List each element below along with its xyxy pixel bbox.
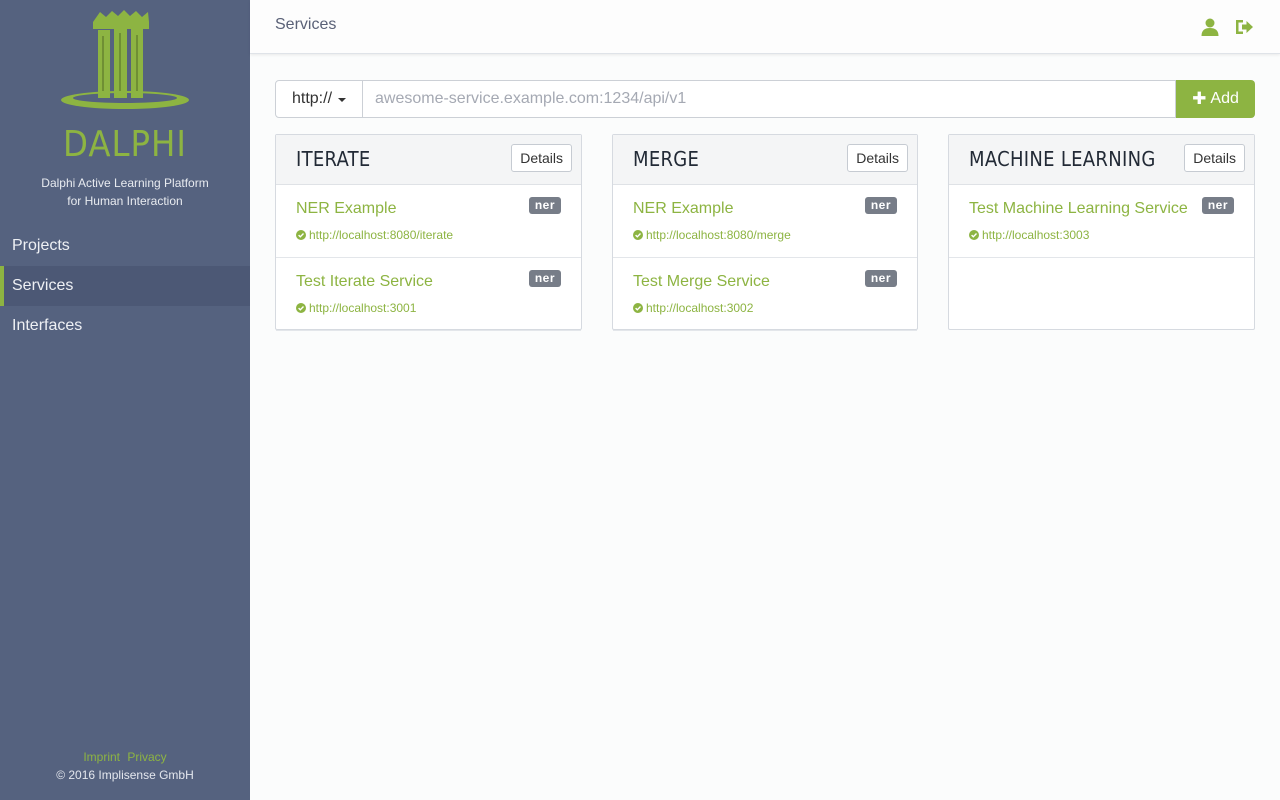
- service-url-text: http://localhost:3002: [646, 301, 754, 315]
- panel-iterate: ITERATE Details NER Example ner http://l…: [275, 134, 582, 331]
- scheme-dropdown[interactable]: http://: [275, 80, 363, 118]
- sidebar-item-services[interactable]: Services: [0, 266, 250, 306]
- panel-title: MERGE: [633, 147, 700, 171]
- check-circle-icon: [296, 303, 306, 313]
- brand-title: DALPHI: [63, 124, 187, 165]
- details-button[interactable]: Details: [847, 144, 908, 172]
- dalphi-logo-icon: [61, 10, 189, 109]
- service-type-badge: ner: [1201, 197, 1234, 214]
- sidebar-item-projects[interactable]: Projects: [0, 226, 250, 266]
- panel-header: MACHINE LEARNING Details: [949, 135, 1254, 185]
- panel-title: MACHINE LEARNING: [969, 147, 1156, 171]
- check-circle-icon: [969, 230, 979, 240]
- service-name-link[interactable]: Test Iterate Service: [296, 273, 433, 291]
- service-name-link[interactable]: NER Example: [296, 200, 396, 218]
- panel-merge: MERGE Details NER Example ner http://loc…: [612, 134, 918, 331]
- check-circle-icon: [296, 230, 306, 240]
- panel-title: ITERATE: [296, 147, 371, 171]
- service-name-link[interactable]: Test Merge Service: [633, 273, 770, 291]
- add-service-bar: http:// ✚ Add: [275, 80, 1255, 118]
- service-name-link[interactable]: Test Machine Learning Service: [969, 200, 1188, 218]
- tagline-line2: for Human Interaction: [67, 194, 183, 208]
- service-url-input[interactable]: [363, 80, 1176, 118]
- service-type-badge: ner: [864, 270, 897, 287]
- top-header: Services: [250, 0, 1280, 54]
- panel-header: MERGE Details: [613, 135, 917, 185]
- service-name-link[interactable]: NER Example: [633, 200, 733, 218]
- service-url[interactable]: http://localhost:8080/iterate: [296, 228, 453, 242]
- service-url-text: http://localhost:8080/merge: [646, 228, 791, 242]
- page-title: Services: [275, 16, 337, 33]
- service-type-badge: ner: [528, 270, 561, 287]
- check-circle-icon: [633, 230, 643, 240]
- service-list-item: NER Example ner http://localhost:8080/it…: [276, 185, 581, 258]
- service-url[interactable]: http://localhost:3003: [969, 228, 1089, 242]
- check-circle-icon: [633, 303, 643, 313]
- service-list-item: NER Example ner http://localhost:8080/me…: [613, 185, 917, 258]
- caret-down-icon: [338, 98, 347, 102]
- scheme-dropdown-label: http://: [291, 90, 333, 107]
- brand-tagline: Dalphi Active Learning Platform for Huma…: [0, 174, 250, 210]
- plus-icon: ✚: [1192, 89, 1207, 108]
- add-service-button[interactable]: ✚ Add: [1176, 80, 1255, 118]
- sidebar-footer: Imprint Privacy © 2016 Implisense GmbH: [0, 748, 250, 784]
- service-list-item: Test Machine Learning Service ner http:/…: [949, 185, 1254, 258]
- panel-machine-learning: MACHINE LEARNING Details Test Machine Le…: [948, 134, 1255, 330]
- add-service-button-label: Add: [1210, 90, 1239, 107]
- service-url[interactable]: http://localhost:3002: [633, 301, 753, 315]
- service-list-item: Test Merge Service ner http://localhost:…: [613, 258, 917, 331]
- user-icon[interactable]: [1200, 17, 1220, 37]
- sidebar-nav: Projects Services Interfaces: [0, 226, 250, 346]
- service-list-item: Test Iterate Service ner http://localhos…: [276, 258, 581, 331]
- tagline-line1: Dalphi Active Learning Platform: [41, 176, 209, 190]
- sidebar-item-interfaces[interactable]: Interfaces: [0, 306, 250, 346]
- copyright: © 2016 Implisense GmbH: [56, 768, 194, 782]
- service-url[interactable]: http://localhost:8080/merge: [633, 228, 791, 242]
- service-url[interactable]: http://localhost:3001: [296, 301, 416, 315]
- service-url-text: http://localhost:3003: [982, 228, 1090, 242]
- sidebar: DALPHI Dalphi Active Learning Platform f…: [0, 0, 250, 800]
- details-button[interactable]: Details: [1184, 144, 1245, 172]
- service-url-text: http://localhost:3001: [309, 301, 417, 315]
- details-button[interactable]: Details: [511, 144, 572, 172]
- service-type-badge: ner: [528, 197, 561, 214]
- sign-out-icon[interactable]: [1234, 17, 1254, 37]
- imprint-link[interactable]: Imprint: [83, 750, 120, 764]
- panel-header: ITERATE Details: [276, 135, 581, 185]
- privacy-link[interactable]: Privacy: [127, 750, 166, 764]
- footer-links: Imprint Privacy: [0, 748, 250, 766]
- service-url-text: http://localhost:8080/iterate: [309, 228, 454, 242]
- service-type-badge: ner: [864, 197, 897, 214]
